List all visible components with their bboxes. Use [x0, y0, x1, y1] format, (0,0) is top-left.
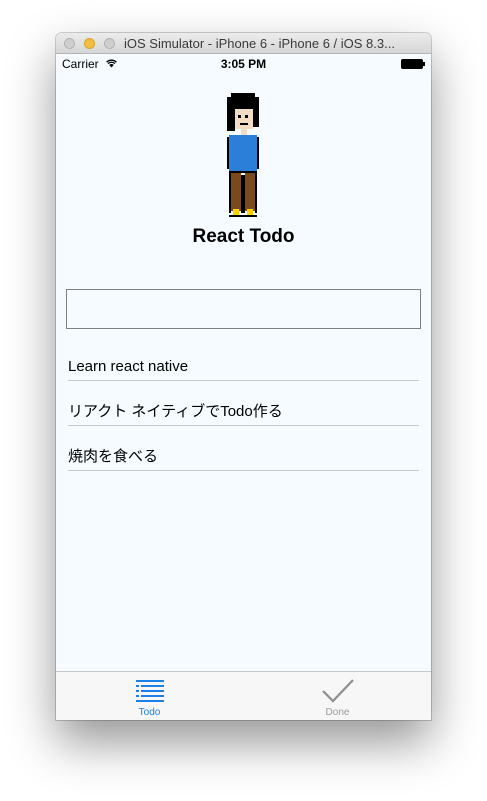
window-titlebar: iOS Simulator - iPhone 6 - iPhone 6 / iO…: [56, 33, 431, 54]
app-title: React Todo: [192, 226, 295, 247]
checkmark-icon: [322, 679, 354, 703]
tab-todo-label: Todo: [138, 707, 161, 718]
window-title: iOS Simulator - iPhone 6 - iPhone 6 / iO…: [124, 36, 395, 51]
list-icon: [136, 680, 164, 702]
status-bar: Carrier 3:05 PM: [56, 54, 431, 74]
todo-list: Learn react native リアクト ネイティブでTodo作る 焼肉を…: [68, 354, 419, 489]
minimize-window-button[interactable]: [84, 38, 95, 49]
battery-icon: [401, 59, 425, 69]
todo-item[interactable]: リアクト ネイティブでTodo作る: [68, 399, 419, 426]
zoom-window-button[interactable]: [104, 38, 115, 49]
close-window-button[interactable]: [64, 38, 75, 49]
simulator-window: iOS Simulator - iPhone 6 - iPhone 6 / iO…: [56, 33, 431, 720]
todo-item[interactable]: Learn react native: [68, 354, 419, 381]
status-time: 3:05 PM: [220, 57, 267, 71]
todo-item[interactable]: 焼肉を食べる: [68, 444, 419, 471]
new-todo-input[interactable]: [66, 289, 421, 329]
pixel-person-avatar: [227, 93, 259, 217]
tab-bar: Todo Done: [56, 671, 431, 720]
tab-done[interactable]: Done: [244, 672, 431, 720]
tab-todo[interactable]: Todo: [56, 672, 243, 720]
tab-done-label: Done: [325, 707, 350, 718]
device-screen: Carrier 3:05 PM React Todo Learn react n…: [56, 54, 431, 720]
